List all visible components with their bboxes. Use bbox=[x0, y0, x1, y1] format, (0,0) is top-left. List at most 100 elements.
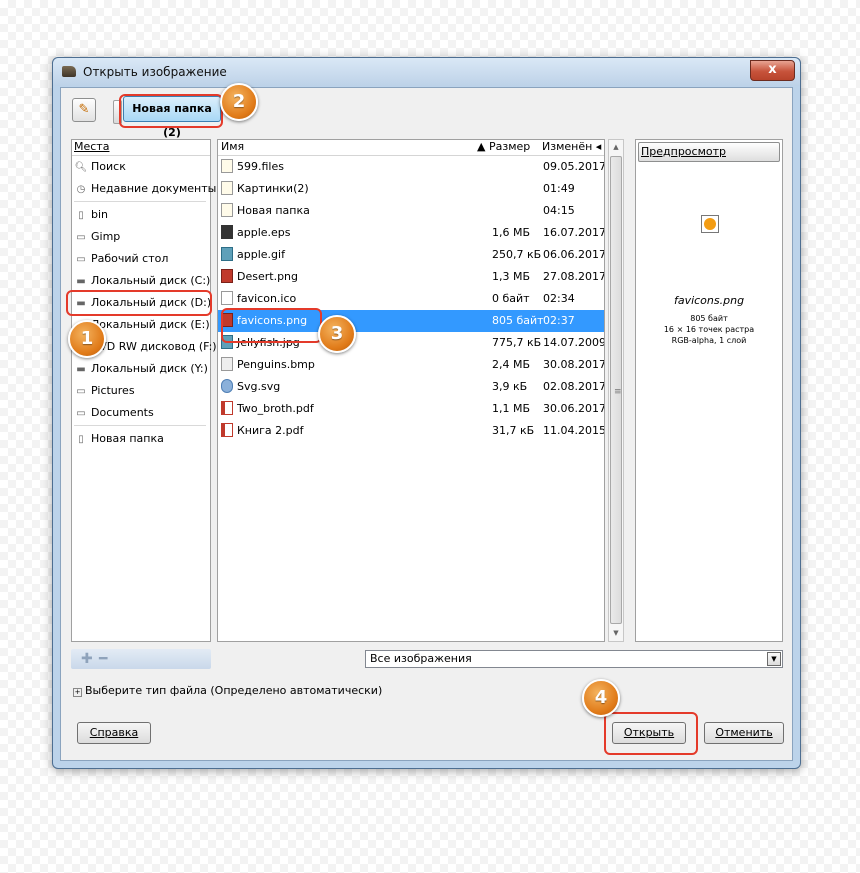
file-modified: 02.08.2017 bbox=[543, 380, 605, 393]
file-size: 775,7 кБ bbox=[492, 336, 542, 349]
file-modified: 27.08.2017 bbox=[543, 270, 605, 283]
places-item-label: Локальный диск (Y:) bbox=[91, 362, 208, 375]
file-icon: ▯ bbox=[78, 434, 84, 445]
column-modified[interactable]: Изменён ◂ bbox=[542, 140, 601, 155]
file-row[interactable]: apple.eps 1,6 МБ 16.07.2017 bbox=[218, 222, 604, 244]
scroll-up-arrow-icon[interactable]: ▲ bbox=[609, 140, 623, 155]
preview-thumbnail bbox=[701, 215, 719, 233]
places-item-label: bin bbox=[91, 208, 109, 221]
scrollbar-thumb[interactable]: ≡ bbox=[610, 156, 622, 624]
help-button[interactable]: Справка bbox=[77, 722, 151, 744]
scroll-down-arrow-icon[interactable]: ▼ bbox=[609, 626, 623, 641]
places-item-label: Gimp bbox=[91, 230, 121, 243]
places-item[interactable]: ▭ Pictures bbox=[74, 381, 134, 401]
places-item[interactable]: ◷ Недавние документы bbox=[74, 179, 217, 199]
folder-icon: ▭ bbox=[76, 254, 86, 265]
file-type-filter-select[interactable]: Все изображения ▼ bbox=[365, 650, 783, 668]
file-name: Penguins.bmp bbox=[221, 354, 315, 376]
places-item-label: Новая папка bbox=[91, 432, 164, 445]
file-type-expander-label: Выберите тип файла (Определено автоматич… bbox=[85, 684, 383, 697]
places-header[interactable]: Места bbox=[72, 140, 210, 156]
file-row[interactable]: apple.gif 250,7 кБ 06.06.2017 bbox=[218, 244, 604, 266]
preview-dimensions: 16 × 16 точек растра bbox=[663, 325, 755, 334]
file-icon: ▯ bbox=[78, 210, 84, 221]
file-list-header: Имя ▲ Размер Изменён ◂ bbox=[218, 140, 604, 156]
places-item[interactable]: ▯ Новая папка bbox=[74, 429, 164, 449]
places-item-label: Локальный диск (C:) bbox=[91, 274, 211, 287]
preview-panel: Предпросмотр favicons.png 805 байт 16 × … bbox=[635, 139, 783, 642]
file-modified: 11.04.2015 bbox=[543, 424, 605, 437]
type-location-button[interactable]: ✎ bbox=[72, 98, 96, 122]
drive-icon: ▬ bbox=[76, 276, 86, 287]
step-badge-4: 4 bbox=[582, 679, 620, 717]
pdf-file-icon bbox=[221, 401, 233, 415]
highlight-open-button bbox=[604, 712, 698, 755]
places-item[interactable]: ▯ bin bbox=[74, 205, 108, 225]
file-row[interactable]: favicon.ico 0 байт 02:34 bbox=[218, 288, 604, 310]
places-item[interactable]: ▬ Локальный диск (C:) bbox=[74, 271, 210, 291]
file-row[interactable]: Penguins.bmp 2,4 МБ 30.08.2017 bbox=[218, 354, 604, 376]
file-name: Картинки(2) bbox=[221, 178, 309, 200]
file-row[interactable]: Новая папка 04:15 bbox=[218, 200, 604, 222]
bmp-file-icon bbox=[221, 357, 233, 371]
file-modified: 16.07.2017 bbox=[543, 226, 605, 239]
folder-icon bbox=[221, 159, 233, 173]
places-panel: Места 🔍︎ Поиск ◷ Недавние документы ▯ bin ▭ Gim… bbox=[71, 139, 217, 642]
places-item-label: DVD RW дисковод (F:) bbox=[91, 340, 217, 353]
cancel-button[interactable]: Отменить bbox=[704, 722, 784, 744]
file-name: 599.files bbox=[221, 156, 284, 178]
gimp-icon bbox=[62, 66, 76, 77]
file-name: Desert.png bbox=[221, 266, 298, 288]
file-row[interactable]: Svg.svg 3,9 кБ 02.08.2017 bbox=[218, 376, 604, 398]
file-size: 1,1 МБ bbox=[492, 402, 531, 415]
column-scroll-icon: ◂ bbox=[592, 140, 602, 153]
file-name: favicon.ico bbox=[221, 288, 296, 310]
file-size: 805 байт bbox=[492, 314, 544, 327]
file-modified: 14.07.2009 bbox=[543, 336, 605, 349]
dropdown-arrow-icon[interactable]: ▼ bbox=[767, 652, 781, 666]
file-row[interactable]: Картинки(2) 01:49 bbox=[218, 178, 604, 200]
open-image-dialog: Открыть изображение x ✎ Новая папка (2) … bbox=[52, 57, 801, 769]
close-button[interactable]: x bbox=[750, 60, 795, 81]
folder-icon bbox=[221, 203, 233, 217]
title-bar[interactable]: Открыть изображение x bbox=[53, 58, 800, 86]
add-bookmark-icon[interactable]: ✚ bbox=[81, 651, 93, 667]
folder-icon: ▭ bbox=[76, 386, 86, 397]
file-name: Svg.svg bbox=[221, 376, 280, 398]
window-title: Открыть изображение bbox=[83, 65, 227, 79]
column-size[interactable]: ▲ Размер bbox=[477, 140, 530, 155]
recent-icon: ◷ bbox=[76, 184, 86, 195]
dialog-body: ✎ Новая папка (2) Места 🔍︎ Поиск ◷ Недавние… bbox=[60, 87, 793, 761]
places-item[interactable]: 🔍︎ Поиск bbox=[74, 157, 126, 177]
places-item[interactable]: ▬ Локальный диск (Y:) bbox=[74, 359, 208, 379]
file-row[interactable]: Two_broth.pdf 1,1 МБ 30.06.2017 bbox=[218, 398, 604, 420]
file-list-scrollbar[interactable]: ▲ ≡ ▼ bbox=[608, 139, 624, 642]
file-size: 2,4 МБ bbox=[492, 358, 531, 371]
remove-bookmark-icon[interactable]: ━ bbox=[99, 651, 107, 667]
folder-icon bbox=[221, 181, 233, 195]
file-row[interactable]: Desert.png 1,3 МБ 27.08.2017 bbox=[218, 266, 604, 288]
file-size: 0 байт bbox=[492, 292, 530, 305]
file-name: apple.eps bbox=[221, 222, 291, 244]
step-badge-1: 1 bbox=[68, 320, 106, 358]
file-row[interactable]: Книга 2.pdf 31,7 кБ 11.04.2015 bbox=[218, 420, 604, 442]
file-size: 31,7 кБ bbox=[492, 424, 535, 437]
file-file-icon bbox=[221, 291, 233, 305]
preview-toggle-button[interactable]: Предпросмотр bbox=[638, 142, 780, 162]
step-badge-2: 2 bbox=[220, 83, 258, 121]
file-size: 3,9 кБ bbox=[492, 380, 528, 393]
places-item[interactable]: ▭ Рабочий стол bbox=[74, 249, 168, 269]
file-row[interactable]: 599.files 09.05.2017 bbox=[218, 156, 604, 178]
file-type-expander[interactable]: + Выберите тип файла (Определено автомати… bbox=[73, 684, 382, 697]
column-name[interactable]: Имя bbox=[221, 140, 244, 155]
places-item[interactable]: ▭ Documents bbox=[74, 403, 153, 423]
file-modified: 09.05.2017 bbox=[543, 160, 605, 173]
gif-file-icon bbox=[221, 247, 233, 261]
places-item[interactable]: ▭ Gimp bbox=[74, 227, 120, 247]
drive-icon: ▬ bbox=[76, 364, 86, 375]
preview-mode: RGB-alpha, 1 слой bbox=[671, 336, 747, 345]
pdf-file-icon bbox=[221, 423, 233, 437]
highlight-favicons-file bbox=[221, 308, 322, 343]
file-modified: 06.06.2017 bbox=[543, 248, 605, 261]
expand-plus-icon: + bbox=[73, 688, 82, 697]
